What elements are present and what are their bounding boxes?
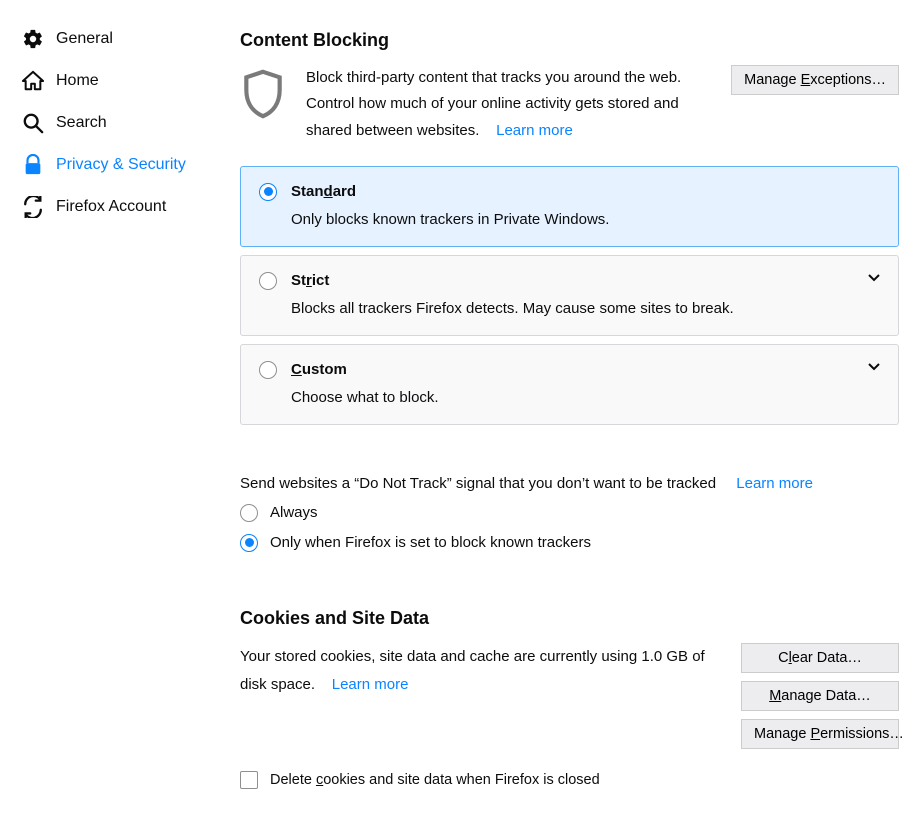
sidebar-item-label: Privacy & Security bbox=[56, 156, 186, 174]
sidebar-item-firefox-account[interactable]: Firefox Account bbox=[18, 186, 210, 228]
blocking-option-description: Blocks all trackers Firefox detects. May… bbox=[291, 300, 880, 317]
blocking-options-list: Standard Only blocks known trackers in Pr… bbox=[240, 166, 899, 425]
radio-icon bbox=[240, 534, 258, 552]
content-blocking-header: Block third-party content that tracks yo… bbox=[240, 65, 899, 144]
dnt-option-label: Only when Firefox is set to block known … bbox=[270, 534, 591, 551]
search-icon bbox=[22, 112, 44, 134]
blocking-option-card[interactable]: Strict Blocks all trackers Firefox detect… bbox=[240, 255, 899, 336]
blocking-option-title: Standard bbox=[291, 183, 356, 200]
sidebar-item-home[interactable]: Home bbox=[18, 60, 210, 102]
gear-icon bbox=[22, 28, 44, 50]
content-blocking-description: Block third-party content that tracks yo… bbox=[306, 65, 719, 144]
sidebar-item-search[interactable]: Search bbox=[18, 102, 210, 144]
radio-icon bbox=[259, 183, 277, 201]
lock-icon bbox=[22, 154, 44, 176]
sidebar-item-label: Home bbox=[56, 72, 99, 90]
do-not-track-section: Send websites a “Do Not Track” signal th… bbox=[240, 475, 899, 552]
dnt-option-label: Always bbox=[270, 504, 318, 521]
home-icon bbox=[22, 70, 44, 92]
blocking-option-title: Strict bbox=[291, 272, 329, 289]
blocking-option-card[interactable]: Standard Only blocks known trackers in Pr… bbox=[240, 166, 899, 247]
clear-data-button[interactable]: Clear Data… bbox=[741, 643, 899, 673]
content-blocking-heading: Content Blocking bbox=[240, 30, 899, 51]
radio-icon bbox=[259, 272, 277, 290]
delete-cookies-on-close-checkbox[interactable]: Delete cookies and site data when Firefo… bbox=[240, 771, 899, 789]
sidebar-item-label: Search bbox=[56, 114, 107, 132]
dnt-option-only-blocking[interactable]: Only when Firefox is set to block known … bbox=[240, 534, 899, 552]
radio-icon bbox=[259, 361, 277, 379]
shield-icon bbox=[240, 69, 286, 119]
chevron-down-icon bbox=[868, 270, 880, 286]
manage-exceptions-button[interactable]: Manage Exceptions… bbox=[731, 65, 899, 95]
manage-permissions-button[interactable]: Manage Permissions… bbox=[741, 719, 899, 749]
checkbox-icon bbox=[240, 771, 258, 789]
blocking-option-card[interactable]: Custom Choose what to block. bbox=[240, 344, 899, 425]
dnt-option-always[interactable]: Always bbox=[240, 504, 899, 522]
chevron-down-icon bbox=[868, 359, 880, 375]
sync-icon bbox=[22, 196, 44, 218]
sidebar-item-general[interactable]: General bbox=[18, 18, 210, 60]
delete-cookies-label: Delete cookies and site data when Firefo… bbox=[270, 772, 600, 788]
blocking-option-description: Choose what to block. bbox=[291, 389, 880, 406]
dnt-description: Send websites a “Do Not Track” signal th… bbox=[240, 475, 716, 492]
blocking-option-description: Only blocks known trackers in Private Wi… bbox=[291, 211, 880, 228]
content-blocking-learn-more-link[interactable]: Learn more bbox=[496, 122, 573, 139]
sidebar-item-label: General bbox=[56, 30, 113, 48]
sidebar-item-label: Firefox Account bbox=[56, 198, 166, 216]
sidebar: General Home Search Privacy & Security F… bbox=[0, 0, 210, 829]
radio-icon bbox=[240, 504, 258, 522]
manage-data-button[interactable]: Manage Data… bbox=[741, 681, 899, 711]
dnt-learn-more-link[interactable]: Learn more bbox=[736, 475, 813, 492]
cookies-section: Cookies and Site Data Your stored cookie… bbox=[240, 608, 899, 789]
cookies-description: Your stored cookies, site data and cache… bbox=[240, 643, 727, 749]
blocking-option-title: Custom bbox=[291, 361, 347, 378]
cookies-heading: Cookies and Site Data bbox=[240, 608, 899, 629]
cookies-learn-more-link[interactable]: Learn more bbox=[332, 676, 409, 693]
main-content: Content Blocking Block third-party conte… bbox=[210, 0, 919, 829]
sidebar-item-privacy[interactable]: Privacy & Security bbox=[18, 144, 210, 186]
